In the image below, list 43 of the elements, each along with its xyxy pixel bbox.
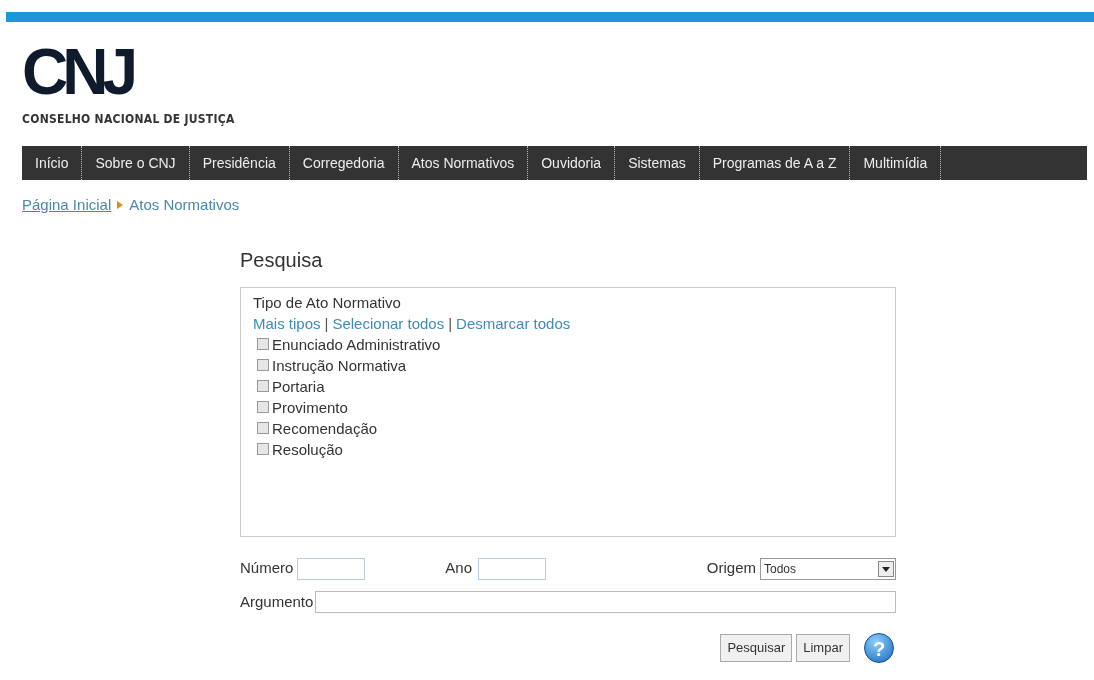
- number-field[interactable]: [297, 557, 366, 580]
- checkbox[interactable]: [257, 443, 269, 455]
- checkbox[interactable]: [257, 401, 269, 413]
- nav-link[interactable]: Presidência: [189, 146, 290, 180]
- link[interactable]: Mais tipos: [253, 312, 321, 334]
- nav-link[interactable]: Programas de A a Z: [699, 146, 851, 180]
- nav-link[interactable]: Início: [22, 146, 83, 180]
- link[interactable]: Selecionar todos: [332, 312, 445, 334]
- argument-field[interactable]: [315, 590, 896, 613]
- breadcrumb-current: Atos Normativos: [129, 195, 240, 215]
- nav-link[interactable]: Multimídia: [850, 146, 942, 180]
- checkbox-option[interactable]: Instrução Normativa: [257, 354, 883, 376]
- origin-dropdown[interactable]: Todos: [760, 557, 896, 580]
- field-label: Origem: [706, 558, 756, 579]
- field-label: Ano: [445, 558, 473, 579]
- separator: |: [324, 313, 329, 334]
- nav-link[interactable]: Corregedoria: [289, 146, 399, 180]
- separator: |: [448, 313, 453, 334]
- link[interactable]: Desmarcar todos: [456, 312, 571, 334]
- nav-link[interactable]: Sistemas: [615, 146, 700, 180]
- nav-link[interactable]: Ouvidoria: [528, 146, 616, 180]
- button[interactable]: Pesquisar: [720, 634, 793, 662]
- checkbox-option[interactable]: Recomendação: [257, 417, 883, 439]
- logo[interactable]: CNJ: [22, 42, 1094, 102]
- nav-link[interactable]: Atos Normativos: [398, 146, 529, 180]
- checkbox-option[interactable]: Enunciado Administrativo: [257, 333, 883, 355]
- checkbox-option[interactable]: Resolução: [257, 438, 883, 460]
- checkbox[interactable]: [257, 359, 269, 371]
- checkbox[interactable]: [257, 380, 269, 392]
- checkbox[interactable]: [257, 422, 269, 434]
- breadcrumb-arrow-icon: [117, 201, 124, 210]
- checkbox-option[interactable]: Portaria: [257, 375, 883, 397]
- page-title: Pesquisa: [240, 247, 324, 273]
- panel-title: Tipo de Ato Normativo: [253, 292, 401, 313]
- field-label: Argumento: [240, 591, 314, 612]
- field-label: Número: [240, 558, 294, 579]
- checkbox-option[interactable]: Provimento: [257, 396, 883, 418]
- button[interactable]: Limpar: [796, 634, 850, 662]
- organization-name: CONSELHO NACIONAL DE JUSTIÇA: [22, 111, 236, 128]
- checkbox[interactable]: [257, 338, 269, 350]
- nav-link[interactable]: Sobre o CNJ: [82, 146, 190, 180]
- breadcrumb-link[interactable]: Página Inicial: [22, 194, 112, 217]
- year-field[interactable]: [478, 557, 547, 580]
